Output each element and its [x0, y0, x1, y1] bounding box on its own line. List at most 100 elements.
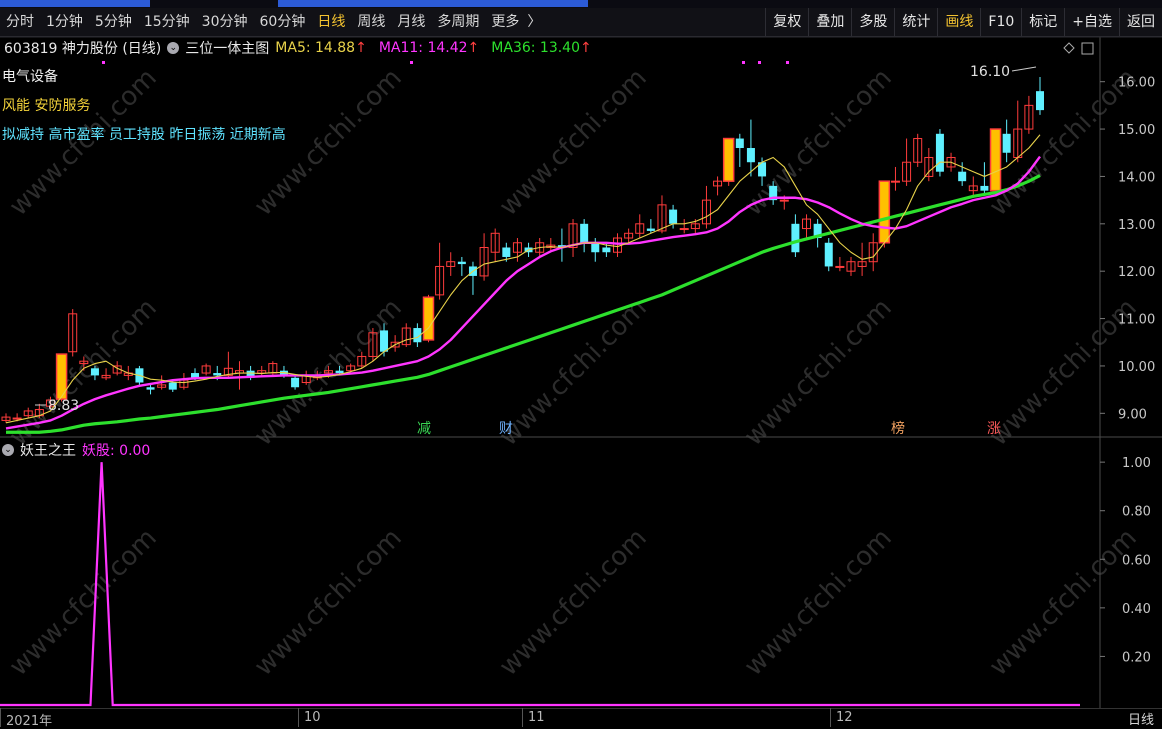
watermark-text: www.cfchi.com — [249, 523, 408, 682]
chevron-down-icon[interactable]: ⌄ — [167, 42, 180, 54]
down-candle — [958, 171, 967, 182]
toolbar-button[interactable]: 统计 — [894, 8, 937, 36]
date-tick-label: 11 — [528, 710, 545, 725]
down-candle — [335, 370, 344, 374]
toolbar-button[interactable]: F10 — [980, 8, 1021, 36]
ma36-value: MA36: 13.40↑ — [491, 40, 592, 56]
event-marker: 榜 — [891, 420, 905, 437]
period-label: 日线 — [1127, 713, 1154, 728]
event-marker: 涨 — [987, 421, 1001, 437]
toolbar-button[interactable]: 多股 — [851, 8, 894, 36]
tab-item[interactable]: 更多 — [485, 8, 525, 36]
down-candle — [591, 242, 600, 253]
industry-label: 电气设备 — [2, 69, 58, 85]
event-marker: 财 — [499, 421, 513, 437]
down-candle — [1002, 133, 1011, 153]
down-candle — [824, 242, 833, 267]
price-tick-label: 13.00 — [1118, 218, 1155, 233]
down-candle — [935, 133, 944, 172]
toolbar-button[interactable]: 返回 — [1119, 8, 1162, 36]
price-tick-label: 9.00 — [1118, 407, 1147, 422]
limit-up-candle — [422, 296, 435, 341]
down-candle — [580, 223, 589, 243]
down-candle — [980, 185, 989, 191]
sub-chart-title: ⌄ 妖王之王 妖股: 0.00 — [2, 440, 150, 460]
watermark-text: www.cfchi.com — [739, 63, 898, 222]
sub-indicator-line — [0, 462, 1080, 707]
watermark-text: www.cfchi.com — [494, 63, 653, 222]
date-tick — [298, 708, 299, 727]
tab-item[interactable]: 周线 — [351, 8, 391, 36]
date-axis — [0, 708, 1162, 728]
strip-segment — [278, 0, 588, 7]
toolbar-button[interactable]: 标记 — [1021, 8, 1064, 36]
sub-tick-label: 1.00 — [1122, 456, 1151, 471]
watermark-text: www.cfchi.com — [4, 523, 163, 682]
tab-item[interactable]: 30分钟 — [196, 8, 254, 36]
sub-tick-label: 0.20 — [1122, 650, 1151, 665]
chevron-down-icon[interactable]: ⌄ — [2, 444, 14, 456]
price-tick-label: 10.00 — [1118, 360, 1155, 375]
toolbar-button[interactable]: 复权 — [765, 8, 808, 36]
tab-item[interactable]: 分时 — [0, 8, 40, 36]
up-candle — [12, 417, 22, 420]
high-arrow-line — [1011, 66, 1037, 72]
ma5-value: MA5: 14.88↑ — [275, 40, 367, 56]
stock-code-name[interactable]: 603819 神力股份 (日线) — [4, 38, 161, 58]
tab-item[interactable]: 日线 — [311, 8, 351, 36]
down-candle — [90, 368, 99, 376]
down-candle — [213, 373, 222, 376]
date-tick-label: 12 — [836, 710, 853, 725]
date-tick-label: 10 — [304, 710, 321, 725]
period-tabbar: 分时 1分钟 5分钟 15分钟 30分钟 60分钟 日线 周线 月线 多周期 更多〉 复权 叠加 多股统… — [0, 8, 1162, 37]
tab-item[interactable]: 多周期 — [431, 8, 485, 36]
down-candle — [380, 330, 389, 352]
sub-indicator-value: 妖股: 0.00 — [82, 443, 151, 459]
up-candle — [890, 180, 900, 183]
toolbar-button[interactable]: +自选 — [1064, 8, 1119, 36]
down-candle — [602, 247, 611, 253]
main-chart-title: 603819 神力股份 (日线) ⌄ 三位一体主图 MA5: 14.88↑ MA… — [4, 38, 592, 58]
date-tick — [0, 708, 1, 727]
tag-label: 拟减持 高市盈率 员工持股 昨日振荡 近期新高 — [2, 127, 286, 143]
down-candle — [168, 382, 177, 390]
watermark-text: www.cfchi.com — [494, 293, 653, 452]
up-candle — [679, 228, 689, 231]
tab-item[interactable]: 60分钟 — [254, 8, 312, 36]
signal-dot — [786, 61, 789, 64]
up-candle — [779, 199, 789, 202]
watermark-text: www.cfchi.com — [739, 523, 898, 682]
down-candle — [669, 209, 678, 224]
sub-tick-label: 0.40 — [1122, 602, 1151, 617]
sub-tick-label: 0.60 — [1122, 553, 1151, 568]
signal-dot — [410, 61, 413, 64]
sub-tick-label: 0.80 — [1122, 505, 1151, 520]
down-candle — [502, 247, 511, 257]
toolbar-button[interactable]: 画线 — [937, 8, 980, 36]
watermark-text: www.cfchi.com — [984, 523, 1143, 682]
sub-indicator-name[interactable]: 妖王之王 — [20, 440, 76, 460]
price-tick-label: 12.00 — [1118, 265, 1155, 280]
limit-up-candle — [722, 137, 735, 182]
high-price-label: 16.10 — [970, 64, 1010, 80]
strip-segment — [0, 0, 150, 7]
price-tick-label: 14.00 — [1118, 170, 1155, 185]
signal-dot — [758, 61, 761, 64]
period-tabs: 分时 1分钟 5分钟 15分钟 30分钟 60分钟 日线 周线 月线 多周期 更多〉 — [0, 8, 543, 36]
diamond-icon[interactable] — [1063, 42, 1075, 54]
panel-toggle-icon[interactable] — [1081, 42, 1094, 55]
low-price-label: 8.83 — [48, 398, 79, 414]
indicator-name[interactable]: 三位一体主图 — [185, 38, 269, 58]
price-tick-label: 11.00 — [1118, 313, 1155, 328]
tab-item[interactable]: 月线 — [391, 8, 431, 36]
tab-item[interactable]: 15分钟 — [138, 8, 196, 36]
date-tick — [522, 708, 523, 727]
toolbar-button[interactable]: 叠加 — [808, 8, 851, 36]
limit-up-candle — [989, 128, 1002, 192]
down-candle — [791, 223, 800, 253]
concept-label: 风能 安防服务 — [2, 98, 91, 114]
tab-item[interactable]: 5分钟 — [89, 8, 138, 36]
date-tick-label: 2021年 — [6, 714, 53, 729]
tab-item[interactable]: 1分钟 — [40, 8, 89, 36]
chevron-right-icon[interactable]: 〉 — [525, 8, 543, 36]
